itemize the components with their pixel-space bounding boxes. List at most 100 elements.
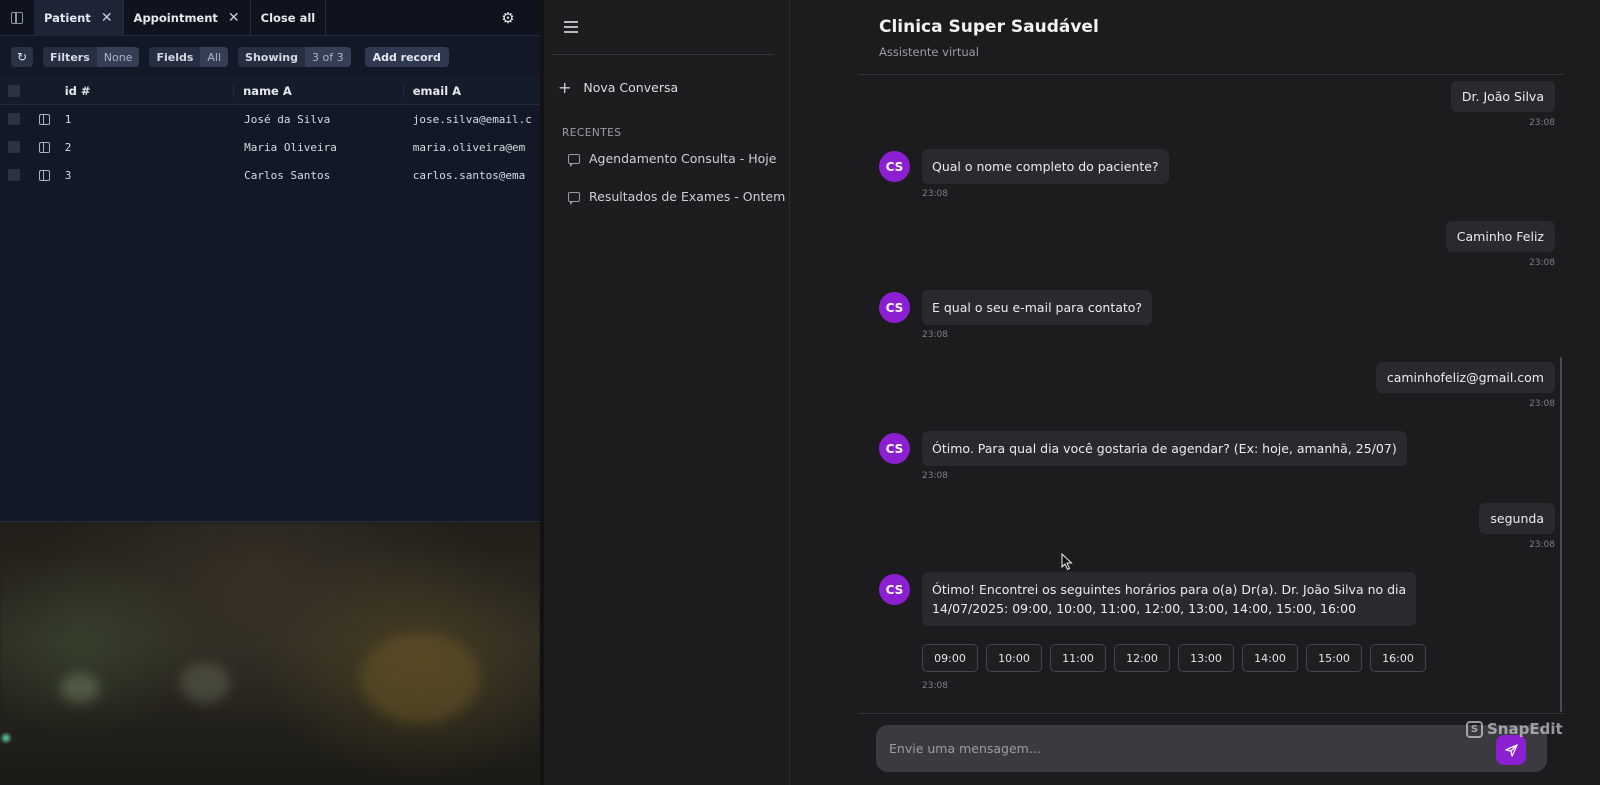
column-header-id[interactable]: id # xyxy=(61,84,233,98)
chat-main: Clinica Super Saudável Assistente virtua… xyxy=(791,0,1600,785)
plus-icon: + xyxy=(558,77,572,97)
row-checkbox[interactable] xyxy=(7,113,20,125)
bot-message: E qual o seu e-mail para contato? xyxy=(922,290,1153,325)
time-slot-button[interactable]: 12:00 xyxy=(1114,644,1170,672)
cell-email: carlos.santos@ema xyxy=(412,168,526,182)
close-all-label: Close all xyxy=(260,10,316,25)
time-slot-button[interactable]: 11:00 xyxy=(1050,644,1106,672)
user-message: caminhofeliz@gmail.com xyxy=(1375,362,1555,393)
db-tab-bar: Patient ✕ Appointment ✕ Close all xyxy=(0,0,540,36)
table-row[interactable]: 2 Maria Oliveira maria.oliveira@em xyxy=(0,133,540,161)
recent-heading: RECENTES xyxy=(562,127,622,139)
conversation-item[interactable]: Agendamento Consulta - Hoje xyxy=(568,151,777,167)
bot-message-line: Ótimo! Encontrei os seguintes horários p… xyxy=(932,582,1407,597)
gear-icon[interactable]: ⚙ xyxy=(500,10,516,26)
add-record-button[interactable]: Add record xyxy=(364,47,449,67)
close-icon[interactable]: ✕ xyxy=(101,10,113,26)
expand-row-icon[interactable] xyxy=(38,113,50,125)
time-slot-button[interactable]: 10:00 xyxy=(986,644,1042,672)
database-panel: Patient ✕ Appointment ✕ Close all ⚙ ↻ Fi… xyxy=(0,0,540,522)
message-list[interactable]: Dr. João Silva 23:08 CS Qual o nome comp… xyxy=(858,75,1564,713)
records-table: id # name A email A 1 José da Silva jose… xyxy=(0,77,540,189)
showing-label: Showing xyxy=(245,50,298,64)
scrollbar[interactable] xyxy=(1560,357,1562,712)
message-input[interactable] xyxy=(889,725,1469,772)
menu-icon[interactable] xyxy=(564,21,578,33)
send-icon xyxy=(1504,743,1518,757)
row-checkbox[interactable] xyxy=(7,141,20,153)
message-time: 23:08 xyxy=(922,330,948,340)
mouse-cursor-icon xyxy=(1061,553,1073,571)
fields-label: Fields xyxy=(156,50,194,64)
tab-label: Patient xyxy=(44,10,91,25)
expand-row-icon[interactable] xyxy=(38,169,50,181)
chat-sidebar: + Nova Conversa RECENTES Agendamento Con… xyxy=(544,0,790,785)
user-message: Caminho Feliz xyxy=(1445,221,1555,252)
showing-indicator: Showing 3 of 3 xyxy=(238,47,351,67)
message-time: 23:08 xyxy=(922,471,948,481)
message-time: 23:08 xyxy=(1529,540,1555,550)
watermark: S SnapEdit xyxy=(1466,720,1563,738)
select-all-checkbox[interactable] xyxy=(7,84,20,97)
user-message: segunda xyxy=(1479,503,1555,534)
blur-blob xyxy=(180,663,230,703)
cell-id: 3 xyxy=(64,168,72,182)
time-slot-button[interactable]: 09:00 xyxy=(922,644,978,672)
bot-avatar: CS xyxy=(879,574,910,605)
chat-subtitle: Assistente virtual xyxy=(879,45,979,59)
message-time: 23:08 xyxy=(1529,118,1555,128)
conversation-title: Agendamento Consulta - Hoje xyxy=(589,151,777,166)
watermark-text: SnapEdit xyxy=(1487,720,1563,738)
snapedit-logo-icon: S xyxy=(1466,720,1483,738)
table-row[interactable]: 1 José da Silva jose.silva@email.c xyxy=(0,105,540,133)
message-time: 23:08 xyxy=(922,681,948,691)
bot-message: Ótimo! Encontrei os seguintes horários p… xyxy=(922,572,1417,626)
cell-id: 1 xyxy=(64,112,72,126)
cell-id: 2 xyxy=(64,140,72,154)
bot-message-line: 14/07/2025: 09:00, 10:00, 11:00, 12:00, … xyxy=(932,601,1357,616)
tab-label: Appointment xyxy=(133,10,218,25)
time-slot-button[interactable]: 13:00 xyxy=(1178,644,1234,672)
table-row[interactable]: 3 Carlos Santos carlos.santos@ema xyxy=(0,161,540,189)
bot-avatar: CS xyxy=(879,433,910,464)
divider xyxy=(858,713,1564,714)
filters-value: None xyxy=(96,47,140,67)
divider xyxy=(552,54,774,55)
time-slot-button[interactable]: 15:00 xyxy=(1306,644,1362,672)
cell-email: jose.silva@email.c xyxy=(412,112,532,126)
time-slot-button[interactable]: 14:00 xyxy=(1242,644,1298,672)
time-slot-button[interactable]: 16:00 xyxy=(1370,644,1426,672)
fields-value: All xyxy=(200,47,229,67)
filters-button[interactable]: Filters None xyxy=(43,47,140,67)
tab-appointment[interactable]: Appointment ✕ xyxy=(124,0,251,36)
close-all-button[interactable]: Close all xyxy=(251,0,327,36)
bot-avatar: CS xyxy=(879,292,910,323)
expand-row-icon[interactable] xyxy=(38,141,50,153)
blur-blob xyxy=(360,633,480,723)
db-toolbar: ↻ Filters None Fields All Showing 3 of 3… xyxy=(0,40,540,74)
bot-message: Qual o nome completo do paciente? xyxy=(922,149,1169,184)
tab-patient[interactable]: Patient ✕ xyxy=(34,0,124,36)
message-time: 23:08 xyxy=(922,189,948,199)
screen: Patient ✕ Appointment ✕ Close all ⚙ ↻ Fi… xyxy=(0,0,1600,785)
bot-avatar: CS xyxy=(879,151,910,182)
chat-bubble-icon xyxy=(568,191,580,205)
column-header-name[interactable]: name A xyxy=(233,83,403,98)
time-slot-group: 09:00 10:00 11:00 12:00 13:00 14:00 15:0… xyxy=(922,644,1426,672)
user-message: Dr. João Silva xyxy=(1450,81,1555,112)
message-time: 23:08 xyxy=(1529,258,1555,268)
fields-button[interactable]: Fields All xyxy=(149,47,229,67)
send-button[interactable] xyxy=(1496,735,1526,765)
webcam-feed xyxy=(0,523,540,785)
cell-name: Maria Oliveira xyxy=(244,140,337,154)
new-conversation-button[interactable]: + Nova Conversa xyxy=(558,77,678,97)
row-checkbox[interactable] xyxy=(7,169,20,181)
close-icon[interactable]: ✕ xyxy=(228,10,240,26)
column-header-email[interactable]: email A xyxy=(402,83,540,98)
refresh-icon[interactable]: ↻ xyxy=(11,47,33,67)
sidebar-panel-icon xyxy=(11,11,23,24)
conversation-item[interactable]: Resultados de Exames - Ontem xyxy=(568,189,785,205)
message-time: 23:08 xyxy=(1529,399,1555,409)
panel-toggle-button[interactable] xyxy=(0,0,34,36)
filters-label: Filters xyxy=(50,50,90,64)
